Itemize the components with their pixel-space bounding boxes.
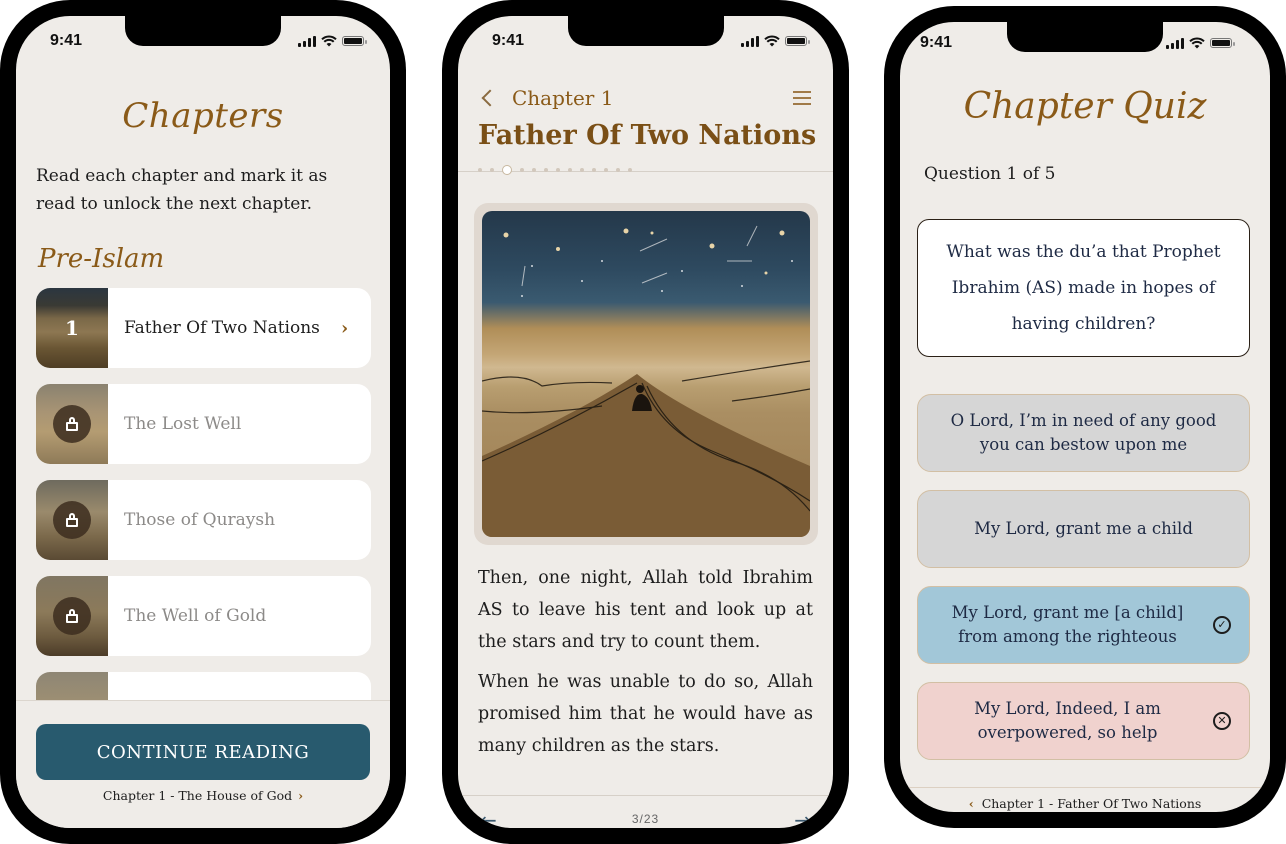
answer-option-2[interactable]: My Lord, grant me a child: [917, 490, 1250, 568]
lock-badge: [53, 501, 91, 539]
status-icons: [298, 35, 367, 47]
phone-reader: 9:41 Chapter 1 Father Of Two Nations The…: [442, 0, 849, 844]
progress-dot: [628, 168, 632, 172]
bottom-bar: CONTINUE READING Chapter 1 - The House o…: [16, 700, 390, 828]
back-to-chapter-link[interactable]: ‹ Chapter 1 - Father Of Two Nations: [900, 796, 1270, 811]
chapter-card-1[interactable]: 1 Father Of Two Nations ›: [36, 288, 371, 368]
intro-text: Read each chapter and mark it as read to…: [36, 166, 328, 214]
continue-subtitle-link[interactable]: Chapter 1 - The House of God ›: [16, 788, 390, 803]
signal-icon: [298, 35, 316, 47]
question-count: Question 1 of 5: [924, 164, 1056, 184]
reader-footer: ← 3/23 →: [458, 795, 833, 828]
reader-screen: 9:41 Chapter 1 Father Of Two Nations The…: [458, 16, 833, 828]
lock-icon: [66, 513, 78, 527]
question-card: What was the du’a that Prophet Ibrahim (…: [917, 219, 1250, 357]
chapters-screen: 9:41 Chapters Read each chapter and mark…: [16, 16, 390, 828]
progress-dot: [616, 168, 620, 172]
illustration-frame: [474, 203, 818, 545]
wifi-icon: [1189, 37, 1205, 49]
quiz-footer: ‹ Chapter 1 - Father Of Two Nations: [900, 787, 1270, 811]
chapter-thumbnail: 1: [36, 288, 108, 368]
paragraph: Then, one night, Allah told Ibrahim AS t…: [478, 568, 813, 652]
chapter-title: The Well of Gold: [124, 606, 267, 626]
answer-text: O Lord, I’m in need of any good you can …: [950, 411, 1217, 454]
chapter-card-3[interactable]: Those of Quraysh: [36, 480, 371, 560]
chapter-title: The Lost Well: [124, 414, 242, 434]
progress-dot: [568, 168, 572, 172]
progress-dot: [532, 168, 536, 172]
chapter-title: Father Of Two Nations: [478, 120, 817, 151]
progress-dot: [580, 168, 584, 172]
chapter-text: Then, one night, Allah told Ibrahim AS t…: [478, 562, 813, 770]
back-label: Chapter 1: [512, 86, 614, 110]
chevron-left-icon: ‹: [968, 796, 974, 811]
answer-option-1[interactable]: O Lord, I’m in need of any good you can …: [917, 394, 1250, 472]
answer-text: My Lord, grant me a child: [974, 519, 1193, 538]
chapter-title: Father Of Two Nations: [124, 318, 320, 338]
section-title: Pre-Islam: [38, 244, 165, 274]
lock-badge: [53, 405, 91, 443]
answer-text: My Lord, Indeed, I am overpowered, so he…: [974, 699, 1161, 742]
paragraph: When he was unable to do so, Allah promi…: [478, 672, 813, 756]
progress-dot-active: [502, 165, 512, 175]
lock-icon: [66, 417, 78, 431]
continue-reading-button[interactable]: CONTINUE READING: [36, 724, 370, 780]
back-button[interactable]: Chapter 1: [480, 86, 613, 110]
page-title: Chapter Quiz: [963, 86, 1207, 127]
notch: [1007, 22, 1163, 52]
answer-option-4[interactable]: My Lord, Indeed, I am overpowered, so he…: [917, 682, 1250, 760]
progress-dot: [490, 168, 494, 172]
chapter-card-4[interactable]: The Well of Gold: [36, 576, 371, 656]
progress-dot: [544, 168, 548, 172]
battery-icon: [1210, 38, 1235, 48]
chevron-right-icon: ›: [298, 788, 304, 803]
chevron-right-icon: ›: [341, 317, 349, 339]
progress-dot: [604, 168, 608, 172]
answer-text: My Lord, grant me [a child] from among t…: [951, 603, 1184, 646]
status-time: 9:41: [50, 32, 83, 49]
x-circle-icon: ✕: [1213, 712, 1231, 730]
chapter-thumbnail: [36, 384, 108, 464]
phone-quiz: 9:41 Chapter Quiz Question 1 of 5 What w…: [884, 6, 1286, 828]
continue-subtitle: Chapter 1 - The House of God: [102, 788, 293, 803]
check-circle-icon: ✓: [1213, 616, 1231, 634]
night-sky-illustration: [482, 225, 810, 537]
illustration: [482, 211, 810, 537]
chevron-left-icon: [481, 89, 499, 107]
chapter-thumbnail: [36, 576, 108, 656]
page-counter: 3/23: [631, 812, 660, 826]
chapter-thumbnail: [36, 480, 108, 560]
chapter-card-2[interactable]: The Lost Well: [36, 384, 371, 464]
progress-dot: [592, 168, 596, 172]
page-progress-dots: [478, 165, 632, 175]
answer-option-3[interactable]: My Lord, grant me [a child] from among t…: [917, 586, 1250, 664]
status-time: 9:41: [920, 34, 953, 51]
notch: [125, 16, 281, 46]
chapter-list: 1 Father Of Two Nations › The Lost Well …: [36, 288, 371, 768]
quiz-screen: 9:41 Chapter Quiz Question 1 of 5 What w…: [900, 22, 1270, 812]
question-text: What was the du’a that Prophet Ibrahim (…: [946, 242, 1221, 334]
wifi-icon: [321, 35, 337, 47]
chapter-number: 1: [65, 316, 79, 340]
lock-icon: [66, 609, 78, 623]
menu-icon[interactable]: [793, 91, 811, 105]
lock-badge: [53, 597, 91, 635]
footer-link-text: Chapter 1 - Father Of Two Nations: [981, 796, 1202, 811]
notch: [567, 16, 724, 46]
progress-dot: [520, 168, 524, 172]
progress-dot: [556, 168, 560, 172]
page-title: Chapters: [122, 96, 284, 136]
status-icons: [1166, 37, 1235, 49]
phone-chapters: 9:41 Chapters Read each chapter and mark…: [0, 0, 406, 844]
chapter-title: Those of Quraysh: [124, 510, 276, 530]
signal-icon: [1166, 37, 1184, 49]
progress-dot: [478, 168, 482, 172]
arrow-right-icon[interactable]: →: [794, 808, 811, 828]
battery-icon: [342, 36, 367, 46]
